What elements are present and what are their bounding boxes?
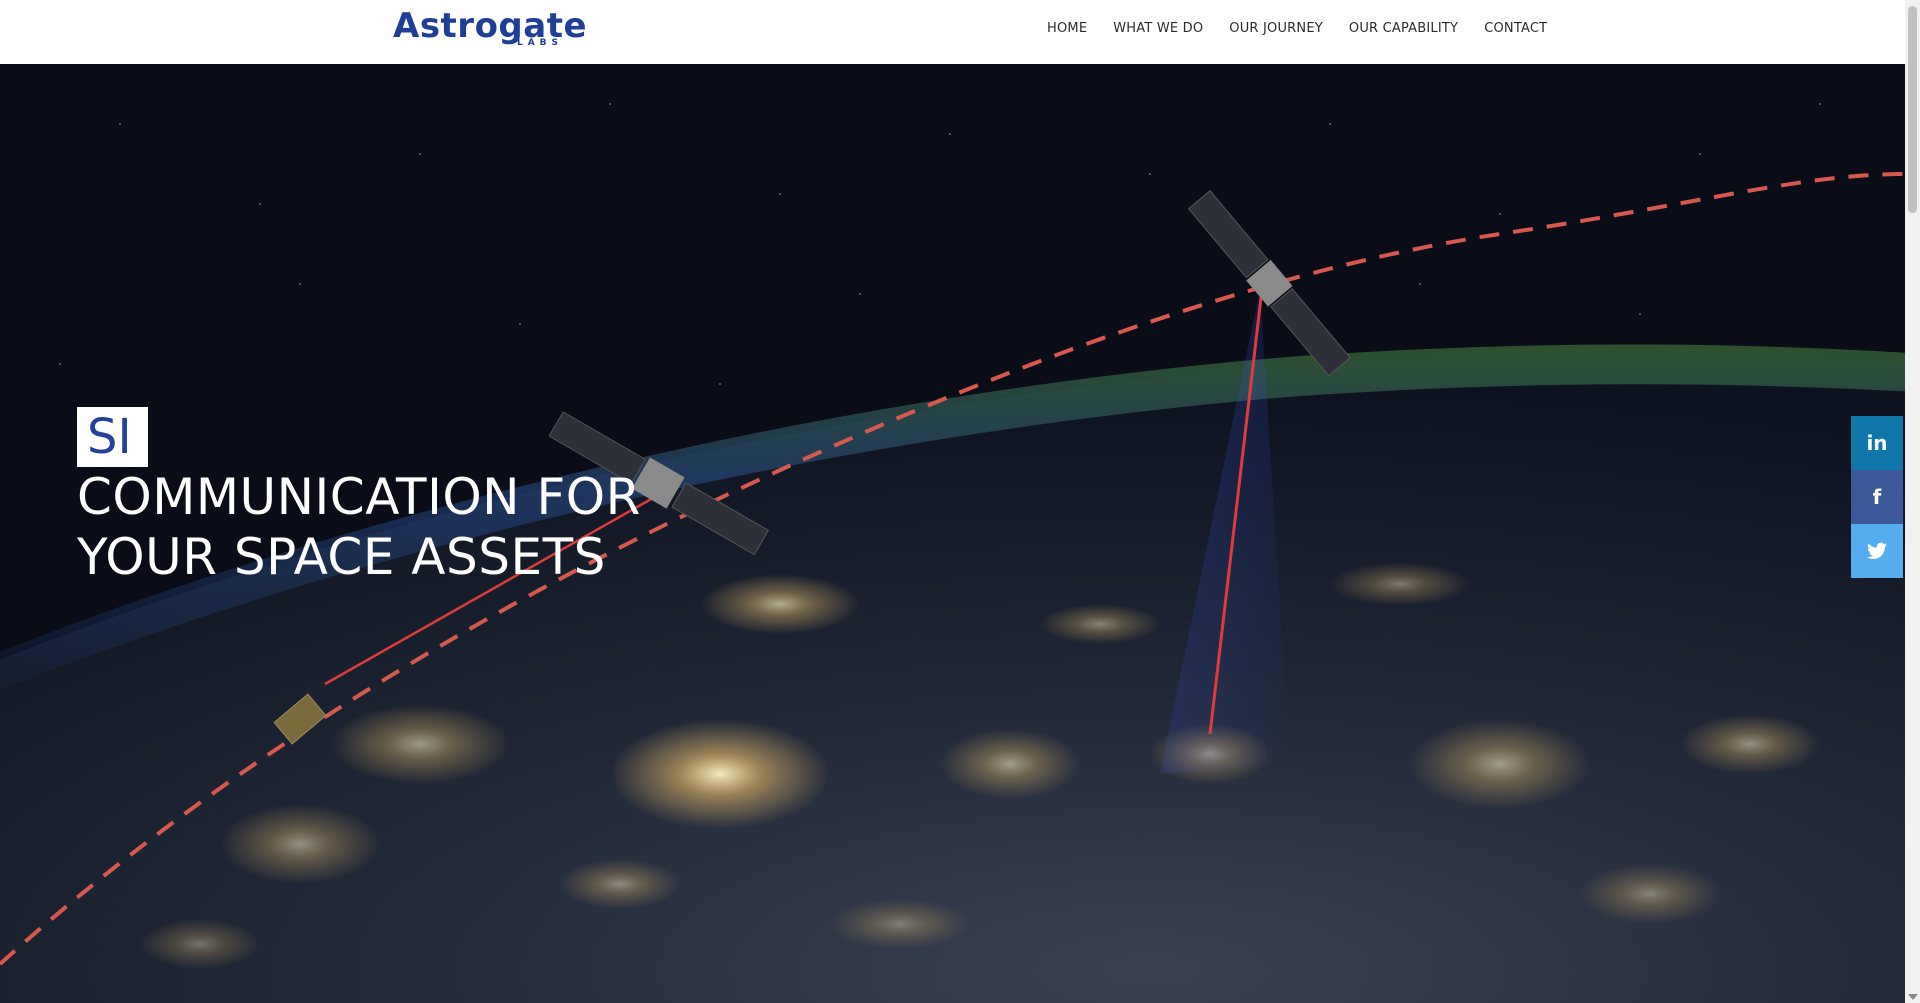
twitter-icon xyxy=(1867,542,1887,559)
linkedin-button[interactable]: in xyxy=(1851,416,1903,470)
hero-section: SI COMMUNICATION FOR YOUR SPACE ASSETS xyxy=(0,64,1905,1003)
facebook-button[interactable]: f xyxy=(1851,470,1903,524)
brand-subtitle: LABS xyxy=(516,38,563,48)
nav-our-capability[interactable]: OUR CAPABILITY xyxy=(1336,21,1471,36)
linkedin-icon: in xyxy=(1866,431,1888,455)
main-nav: HOME WHAT WE DO OUR JOURNEY OUR CAPABILI… xyxy=(1034,0,1560,56)
nav-what-we-do[interactable]: WHAT WE DO xyxy=(1100,21,1216,36)
social-sidebar: in f xyxy=(1851,416,1903,578)
hero-headline: SI COMMUNICATION FOR YOUR SPACE ASSETS xyxy=(77,407,641,587)
site-header: Astrogate LABS HOME WHAT WE DO OUR JOURN… xyxy=(0,0,1905,64)
hero-line-2: YOUR SPACE ASSETS xyxy=(77,528,606,586)
brand-logo[interactable]: Astrogate LABS xyxy=(393,6,587,50)
facebook-icon: f xyxy=(1872,485,1882,509)
twitter-button[interactable] xyxy=(1851,524,1903,578)
hero-badge: SI xyxy=(77,407,148,467)
nav-contact[interactable]: CONTACT xyxy=(1471,21,1560,36)
nav-home[interactable]: HOME xyxy=(1034,21,1100,36)
scrollbar-thumb[interactable] xyxy=(1908,6,1917,213)
scroll-down-arrow-icon[interactable] xyxy=(1908,994,1918,1000)
hero-line-1: COMMUNICATION FOR xyxy=(77,468,641,526)
page-scrollbar[interactable] xyxy=(1905,0,1920,1003)
nav-our-journey[interactable]: OUR JOURNEY xyxy=(1216,21,1336,36)
